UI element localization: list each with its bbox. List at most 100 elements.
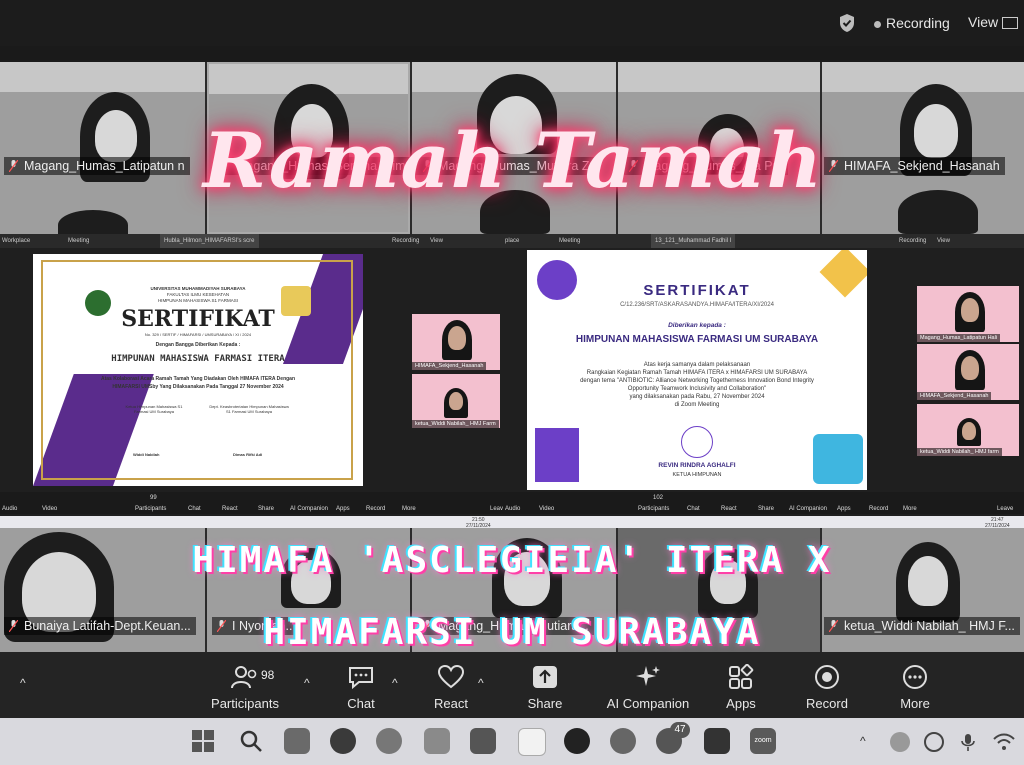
mcafee-icon[interactable] [704,728,730,754]
mini-ai-companion[interactable]: AI Companion [789,506,827,512]
embedded-screenshot-left: Workplace Meeting Hubla_Hilmon_HIMAFARSI… [0,234,505,530]
self-view-cam[interactable]: HIMAFA_Sekjend_Hasanah [412,314,500,370]
mini-audio[interactable]: Audio [2,506,17,512]
zoom-window-titlebar: Workplace Meeting Hubla_Hilmon_HIMAFARSI… [0,234,505,248]
mini-video[interactable]: Video [42,506,57,512]
mini-record[interactable]: Record [366,506,385,512]
microphone-icon[interactable] [958,732,978,752]
recording-label: Recording [392,238,420,244]
mini-participants[interactable]: Participants [638,506,669,512]
cert-body: Atas Kolaborasi Acara Ramah Tamah Yang D… [100,376,296,382]
sign2-role: Dept. Keasbroteriatan Himpunan Mahasiswa… [209,404,289,414]
teams-icon[interactable] [284,728,310,754]
mini-react[interactable]: React [721,506,737,512]
mini-participants[interactable]: Participants [135,506,166,512]
mini-share[interactable]: Share [258,506,274,512]
mini-apps[interactable]: Apps [837,506,851,512]
meeting-label: Meeting [559,238,581,244]
cert-body: di Zoom Meeting [674,402,720,408]
cloud-icon[interactable] [890,732,910,752]
video-tile[interactable] [822,62,1024,234]
mini-apps[interactable]: Apps [336,506,350,512]
zoom-window-titlebar: place Meeting 13_121_Muhammad Fadhil I R… [503,234,1024,248]
file-explorer-icon[interactable] [424,728,450,754]
overlay-subtitle-line1: HIMAFA 'ASCLEGIEIA' ITERA X [192,540,832,581]
mini-more[interactable]: More [402,506,416,512]
more-icon [903,665,927,689]
view-label[interactable]: View [430,234,443,248]
mini-participant-count: 102 [653,495,664,501]
sign-name: REVIN RINDRA AGHALFI [658,462,736,469]
chevron-up-icon[interactable]: ^ [392,676,398,690]
mini-audio[interactable]: Audio [505,506,520,512]
wifi-icon[interactable] [992,732,1016,752]
mic-muted-icon [9,160,18,172]
zoom-app-icon[interactable]: zoom [750,728,776,754]
view-button[interactable]: View [968,14,1019,30]
chevron-up-icon[interactable]: ^ [20,676,26,690]
cert-faculty: FAKULTAS ILMU KESEHATAN [166,292,230,297]
search-icon[interactable] [238,728,264,754]
record-button[interactable]: Record [800,664,854,711]
chevron-up-icon[interactable]: ^ [478,676,484,690]
shield-icon[interactable] [838,13,856,33]
chat-icon [349,667,373,690]
share-button[interactable]: Share [520,664,570,711]
overlay-title: Ramah Tamah [203,116,823,205]
share-icon [533,666,557,688]
video-cam[interactable]: HIMAFA_Sekjend_Hasanah [917,344,1019,400]
mini-record[interactable]: Record [869,506,888,512]
spotify-icon[interactable] [564,728,590,754]
ai-companion-button[interactable]: AI Companion [600,664,696,711]
recording-label: Recording [886,15,950,31]
video-tile[interactable] [0,62,205,234]
participant-nametag: Magang_Humas_Latipatun n [4,157,190,175]
mini-leave[interactable]: Leave [997,506,1013,512]
video-cam[interactable]: Magang_Humas_Latipatun Hali [917,286,1019,342]
cam-label: ketua_Widdi Nabilah_ HMJ Farm [412,420,499,428]
copilot-icon[interactable] [376,728,402,754]
cam-label: HIMAFA_Sekjend_Hasanah [412,362,487,370]
chevron-up-icon[interactable]: ^ [304,676,310,690]
grid-view-icon [1002,17,1019,30]
record-icon [815,665,839,689]
edge-icon[interactable] [330,728,356,754]
microsoft-store-icon[interactable] [470,728,496,754]
mini-ai-companion[interactable]: AI Companion [290,506,328,512]
more-button[interactable]: More [890,664,940,711]
mini-chat[interactable]: Chat [188,506,201,512]
share-tab[interactable]: Hubla_Hilmon_HIMAFARSI's scre [160,234,259,248]
mini-more[interactable]: More [903,506,917,512]
chrome-icon[interactable] [610,728,636,754]
mini-share[interactable]: Share [758,506,774,512]
stamp-icon [681,426,713,458]
apps-button[interactable]: Apps [716,664,766,711]
view-label[interactable]: View [937,234,950,248]
video-cam[interactable]: ketua_Widdi Nabilah_ HMJ farm [917,404,1019,456]
meeting-label: Meeting [68,238,90,244]
mini-video[interactable]: Video [539,506,554,512]
self-view-cam[interactable]: ketua_Widdi Nabilah_ HMJ Farm [412,374,500,428]
cert-body: Rangkaian Kegiatan Ramah Tamah HIMAFA IT… [586,370,808,376]
cam-label: HIMAFA_Sekjend_Hasanah [917,392,992,400]
cert-recipient: HIMPUNAN MAHASISWA FARMASI UM SURABAYA [575,334,819,345]
react-button[interactable]: React [426,664,476,711]
meeting-top-bar: Recording View [0,0,1024,46]
view-label: View [968,14,999,30]
cert-title: SERTIFIKAT [643,282,751,299]
mini-participant-count: 99 [150,495,157,501]
participant-nametag: HIMAFA_Sekjend_Hasanah [824,157,1005,175]
wps-office-icon[interactable] [518,728,546,756]
recording-indicator[interactable]: Recording [874,15,950,31]
sync-icon[interactable] [924,732,944,752]
mini-react[interactable]: React [222,506,238,512]
chat-button[interactable]: Chat [336,664,386,711]
mini-chat[interactable]: Chat [687,506,700,512]
cert-uni: UNIVERSITAS MUHAMMADIYAH SURABAYA [150,286,246,291]
recording-label: Recording [899,238,927,244]
chevron-up-icon[interactable]: ^ [860,734,866,748]
embedded-screenshot-right: place Meeting 13_121_Muhammad Fadhil I R… [503,234,1024,530]
cert-number: C/12.236/SRT/ASKARASANDYA.HIMAFA/ITERA/X… [620,302,774,308]
share-tab[interactable]: 13_121_Muhammad Fadhil I [651,234,736,248]
windows-start-icon[interactable] [190,728,216,754]
